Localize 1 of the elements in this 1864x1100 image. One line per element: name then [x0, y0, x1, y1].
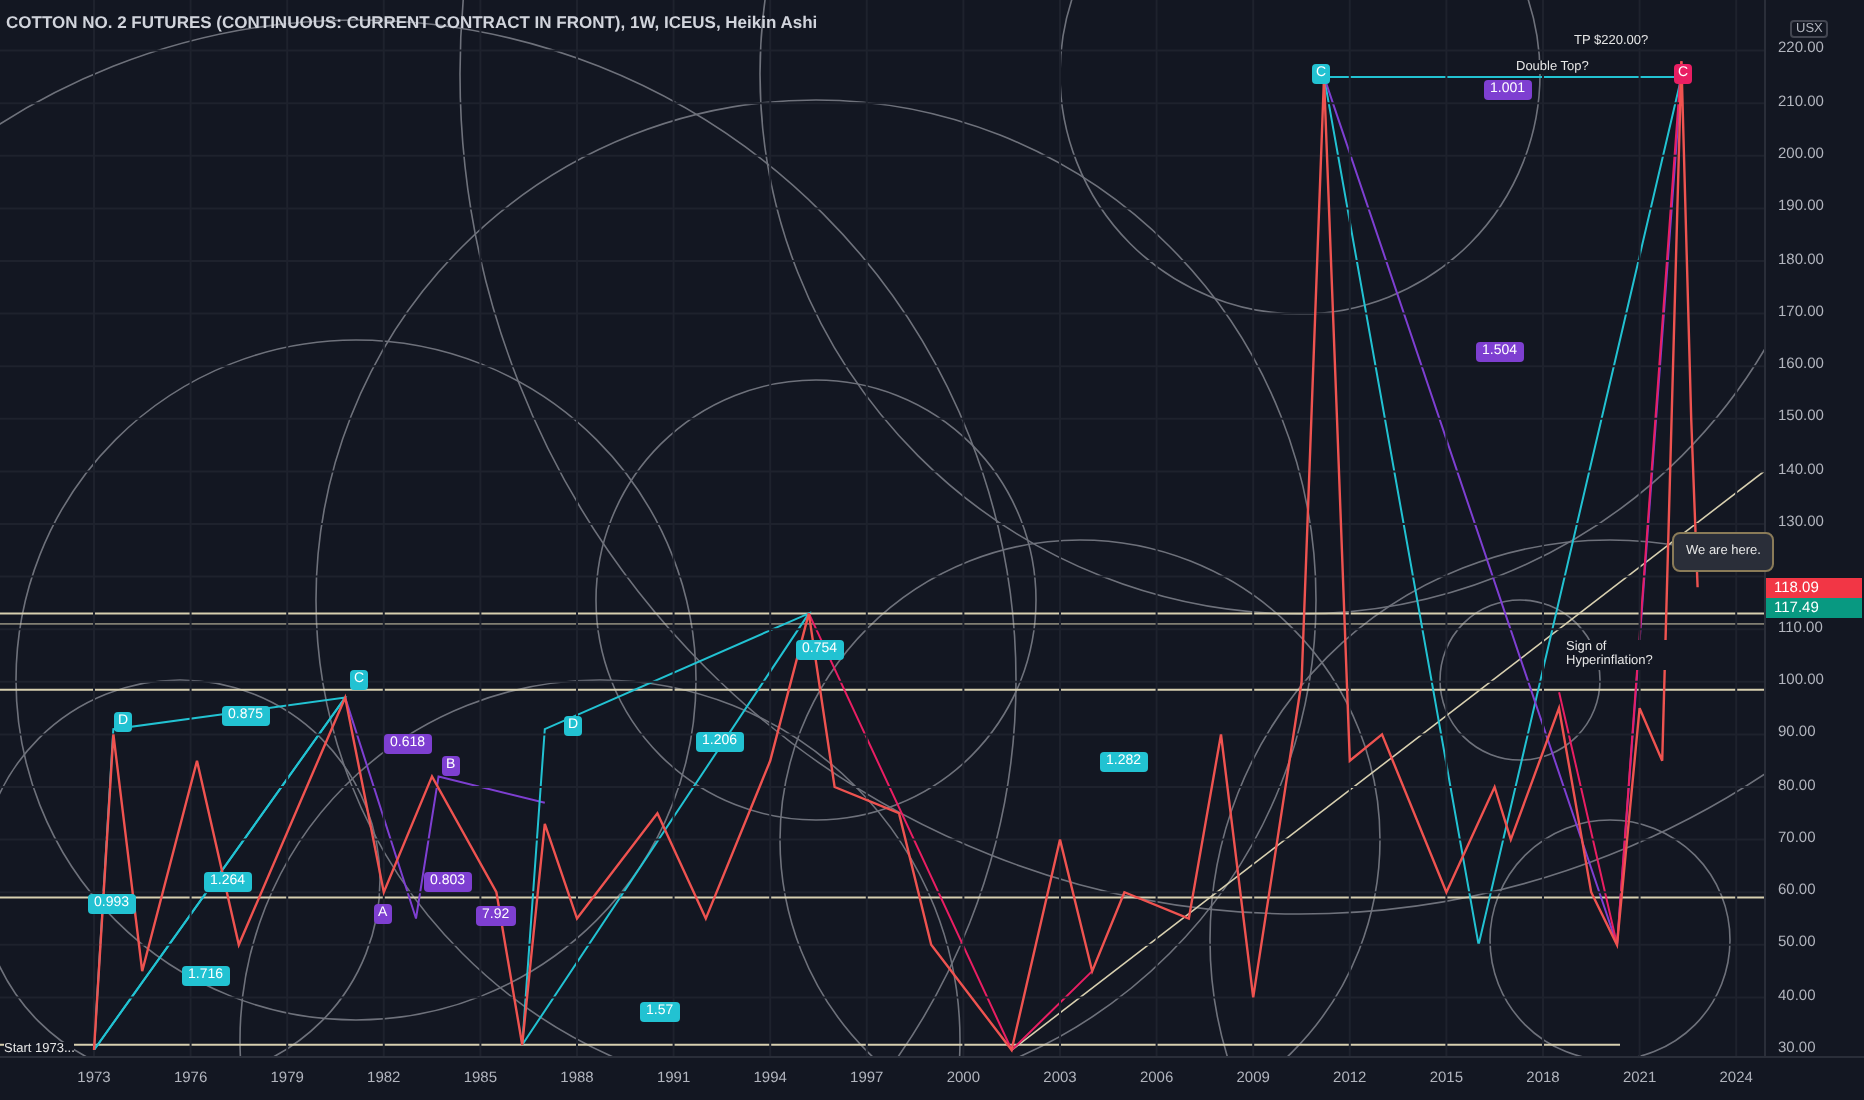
chart-title: COTTON NO. 2 FUTURES (CONTINUOUS: CURRENT CONTRACT IN FRONT), 1W, ICEUS, Heikin Ashi: [6, 10, 818, 36]
